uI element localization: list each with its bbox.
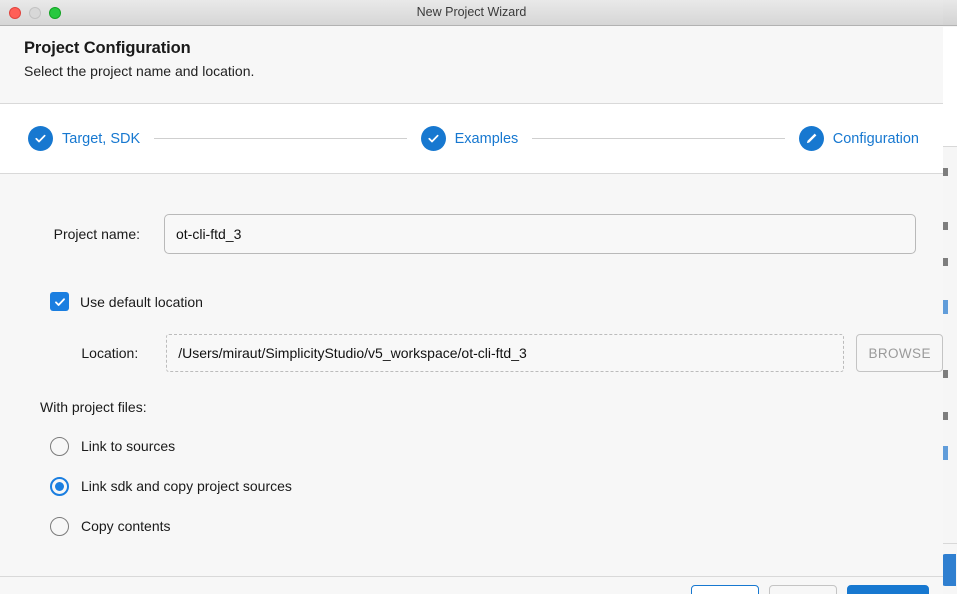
use-default-location-label: Use default location bbox=[80, 293, 203, 310]
project-name-label: Project name: bbox=[53, 226, 140, 242]
dialog-footer: CANCEL BACK NEXT FINISH bbox=[0, 576, 943, 594]
minimize-button[interactable] bbox=[29, 6, 41, 19]
background-text-fragment bbox=[943, 446, 948, 460]
background-text-fragment bbox=[943, 370, 948, 378]
radio-link-sdk-copy-sources[interactable] bbox=[50, 476, 69, 496]
project-name-input[interactable] bbox=[164, 214, 916, 254]
radio-link-to-sources[interactable] bbox=[50, 436, 69, 456]
project-files-radio-group: Link to sources Link sdk and copy projec… bbox=[50, 426, 292, 546]
radio-label-copy-contents: Copy contents bbox=[81, 518, 171, 534]
step-label-configuration: Configuration bbox=[832, 130, 919, 147]
dialog-body: Project name: Use default location Locat… bbox=[0, 174, 943, 576]
location-label: Location: bbox=[81, 345, 139, 361]
finish-button[interactable]: FINISH bbox=[847, 585, 929, 594]
radio-row-link-sdk-copy-sources[interactable]: Link sdk and copy project sources bbox=[50, 466, 292, 506]
background-text-fragment bbox=[943, 412, 948, 420]
window-controls bbox=[9, 0, 61, 25]
use-default-location-row[interactable]: Use default location bbox=[50, 292, 203, 311]
new-project-wizard-dialog: New Project Wizard Project Configuration… bbox=[0, 0, 943, 594]
window-title: New Project Wizard bbox=[416, 5, 527, 19]
background-text-fragment bbox=[943, 300, 948, 314]
background-window[interactable] bbox=[941, 0, 957, 594]
check-icon bbox=[420, 126, 446, 151]
browse-button[interactable]: BROWSE bbox=[856, 334, 943, 372]
radio-copy-contents[interactable] bbox=[50, 516, 69, 536]
maximize-button[interactable] bbox=[49, 6, 61, 19]
dialog-header: Project Configuration Select the project… bbox=[0, 26, 943, 104]
location-row: Location: BROWSE bbox=[0, 334, 943, 372]
stepper-connector bbox=[532, 138, 785, 139]
step-label-target-sdk: Target, SDK bbox=[62, 130, 141, 147]
radio-row-copy-contents[interactable]: Copy contents bbox=[50, 506, 292, 546]
background-window-panel bbox=[942, 27, 957, 147]
background-text-fragment bbox=[943, 222, 948, 230]
step-examples[interactable]: Examples bbox=[420, 126, 519, 151]
check-icon bbox=[28, 126, 53, 151]
step-label-examples: Examples bbox=[454, 130, 519, 147]
background-text-fragment bbox=[943, 168, 948, 176]
checkbox-use-default-location[interactable] bbox=[50, 292, 69, 311]
next-button[interactable]: NEXT bbox=[769, 585, 837, 594]
project-name-row: Project name: bbox=[0, 214, 943, 254]
footer-actions: BACK NEXT FINISH bbox=[691, 585, 929, 594]
background-window-primary-button[interactable] bbox=[942, 554, 956, 586]
step-target-sdk[interactable]: Target, SDK bbox=[28, 126, 140, 151]
with-project-files-label: With project files: bbox=[40, 399, 147, 415]
background-window-divider bbox=[942, 543, 957, 544]
back-button[interactable]: BACK bbox=[691, 585, 759, 594]
radio-row-link-to-sources[interactable]: Link to sources bbox=[50, 426, 292, 466]
background-text-fragment bbox=[943, 258, 948, 266]
step-configuration[interactable]: Configuration bbox=[798, 126, 919, 151]
window-titlebar[interactable]: New Project Wizard bbox=[0, 0, 943, 26]
page-subtitle: Select the project name and location. bbox=[24, 63, 255, 79]
page-title: Project Configuration bbox=[24, 39, 191, 57]
stepper-connector bbox=[154, 138, 407, 139]
pencil-icon bbox=[798, 126, 824, 151]
wizard-stepper: Target, SDK Examples Configuration bbox=[0, 104, 943, 174]
radio-label-link-sdk-copy-sources: Link sdk and copy project sources bbox=[81, 478, 292, 494]
background-window-titlebar bbox=[942, 0, 957, 26]
close-button[interactable] bbox=[9, 6, 21, 19]
location-input[interactable] bbox=[166, 334, 845, 372]
radio-label-link-to-sources: Link to sources bbox=[81, 438, 176, 454]
